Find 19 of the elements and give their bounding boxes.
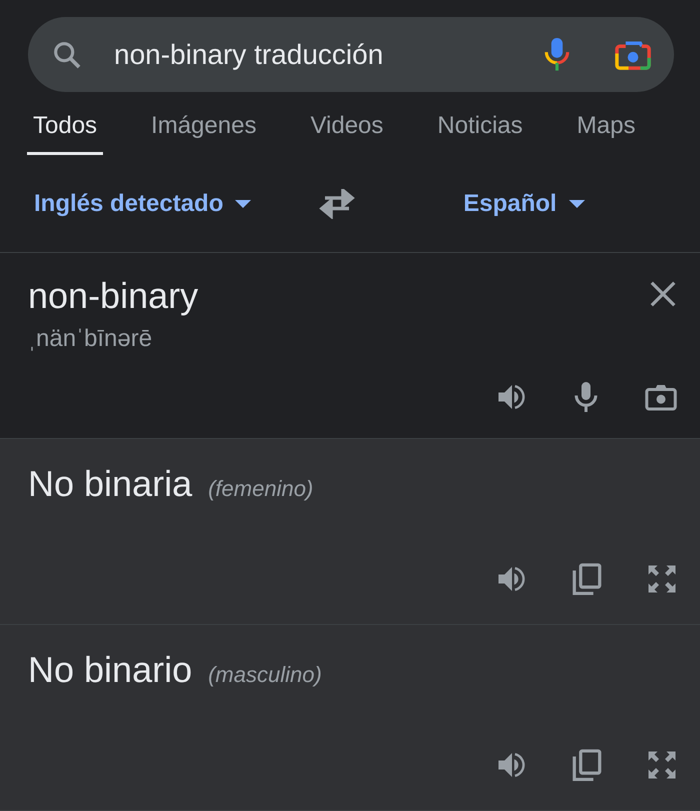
target-language-button[interactable]: Español (463, 190, 587, 218)
gender-label: (masculino) (208, 662, 322, 688)
tab[interactable]: Todos (27, 112, 104, 155)
translation-text: No binaria (28, 463, 192, 505)
source-text: non-binary (28, 275, 198, 317)
search-bar[interactable]: non-binary traducción (28, 17, 674, 92)
gender-label: (femenino) (208, 476, 314, 502)
caret-icon (233, 198, 254, 208)
phonetic-text: ˌnänˈbīnərē (28, 325, 152, 353)
tab[interactable]: Maps (570, 112, 642, 155)
tab[interactable]: Noticias (431, 112, 529, 155)
source-language-button[interactable]: Inglés detectado (34, 190, 254, 218)
translation-text: No binario (28, 649, 192, 691)
caret-icon (566, 198, 587, 208)
search-field[interactable]: non-binary traducción (114, 38, 540, 70)
tab[interactable]: Videos (304, 112, 390, 155)
tab[interactable]: Imágenes (145, 112, 262, 155)
close-icon[interactable] (648, 279, 678, 309)
swap-icon[interactable] (319, 188, 356, 218)
